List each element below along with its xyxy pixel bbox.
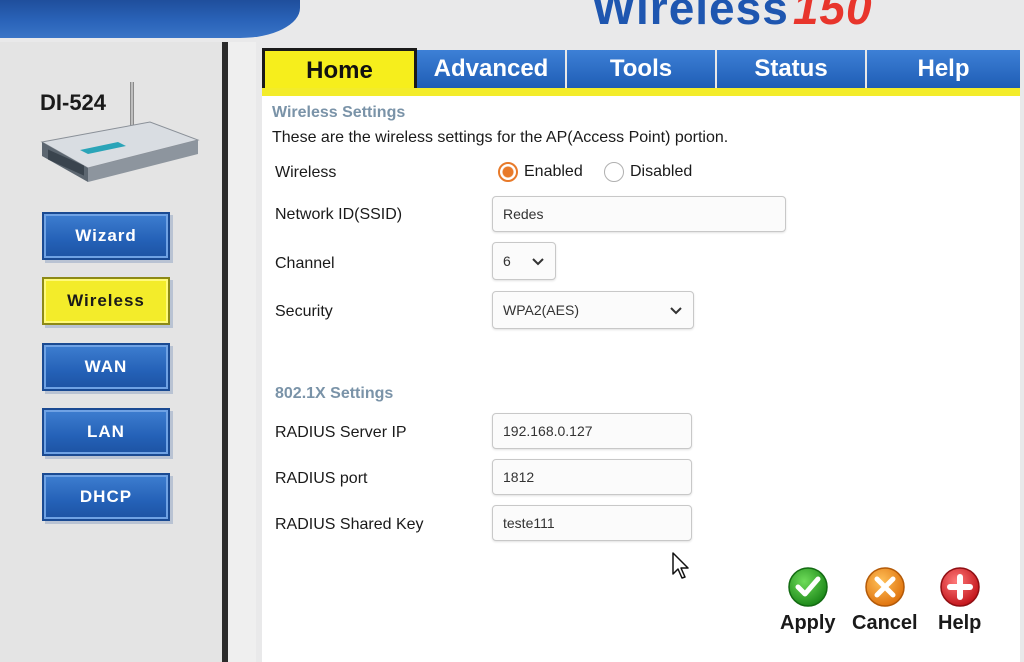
- panel-gutter: [228, 42, 256, 662]
- radius-port-input[interactable]: 1812: [492, 459, 692, 495]
- radius-ip-input[interactable]: 192.168.0.127: [492, 413, 692, 449]
- radio-enabled-label: Enabled: [524, 163, 583, 180]
- wireless-label: Wireless: [275, 164, 337, 181]
- header-bar: Wireless150: [0, 0, 1024, 42]
- sidebar-item-wan[interactable]: WAN: [42, 343, 170, 391]
- cancel-x-icon: [865, 567, 905, 607]
- chevron-down-icon: [532, 258, 544, 266]
- sidebar-item-dhcp[interactable]: DHCP: [42, 473, 170, 521]
- security-value: WPA2(AES): [503, 302, 579, 318]
- channel-label: Channel: [275, 255, 335, 272]
- radio-disabled-label: Disabled: [630, 163, 693, 180]
- mouse-cursor-icon: [672, 552, 689, 579]
- ssid-label: Network ID(SSID): [275, 206, 403, 223]
- cancel-label: Cancel: [852, 612, 918, 634]
- radius-port-label: RADIUS port: [275, 470, 368, 487]
- cancel-button[interactable]: Cancel: [852, 566, 918, 635]
- wireless-settings-title: Wireless Settings: [272, 104, 406, 121]
- apply-label: Apply: [780, 612, 836, 634]
- radius-key-label: RADIUS Shared Key: [275, 516, 424, 533]
- brand-logo: Wireless150: [592, 0, 873, 34]
- radius-port-value: 1812: [503, 469, 535, 485]
- device-model: DI-524: [40, 90, 107, 115]
- radio-enabled-button[interactable]: [498, 162, 518, 182]
- radius-key-input[interactable]: teste111: [492, 505, 692, 541]
- radius-ip-value: 192.168.0.127: [503, 423, 593, 439]
- ssid-input[interactable]: Redes: [492, 196, 786, 232]
- brand-speed: 150: [792, 0, 873, 34]
- security-label: Security: [275, 303, 333, 320]
- tab-bar: Home Advanced Tools Status Help: [262, 48, 1020, 90]
- tab-advanced[interactable]: Advanced: [417, 50, 567, 88]
- channel-value: 6: [503, 253, 511, 269]
- tab-underline: [262, 88, 1020, 96]
- sidebar-item-wizard[interactable]: Wizard: [42, 212, 170, 260]
- sidebar-item-wireless[interactable]: Wireless: [42, 277, 170, 325]
- brand-word: Wireless: [592, 0, 789, 34]
- dot1x-settings-title: 802.1X Settings: [275, 385, 394, 402]
- header-blue-swoosh: [0, 0, 300, 38]
- wireless-settings-description: These are the wireless settings for the …: [272, 129, 729, 146]
- radius-key-value: teste111: [503, 515, 555, 531]
- channel-select[interactable]: 6: [492, 242, 556, 280]
- tab-home[interactable]: Home: [262, 48, 417, 90]
- radio-disabled-button[interactable]: [604, 162, 624, 182]
- apply-button[interactable]: Apply: [780, 566, 836, 635]
- radio-disabled[interactable]: Disabled: [604, 162, 692, 182]
- tab-help[interactable]: Help: [867, 50, 1020, 88]
- tab-tools[interactable]: Tools: [567, 50, 717, 88]
- radio-enabled[interactable]: Enabled: [498, 162, 583, 182]
- ssid-value: Redes: [503, 206, 544, 222]
- chevron-down-icon: [670, 307, 682, 315]
- help-label: Help: [938, 612, 982, 634]
- tab-status[interactable]: Status: [717, 50, 867, 88]
- checkmark-icon: [788, 567, 828, 607]
- help-button[interactable]: Help: [938, 566, 981, 635]
- help-plus-icon: [939, 567, 980, 607]
- main-content: Wireless Settings These are the wireless…: [262, 96, 1020, 662]
- security-select[interactable]: WPA2(AES): [492, 291, 694, 329]
- sidebar-item-lan[interactable]: LAN: [42, 408, 170, 456]
- radius-ip-label: RADIUS Server IP: [275, 424, 407, 441]
